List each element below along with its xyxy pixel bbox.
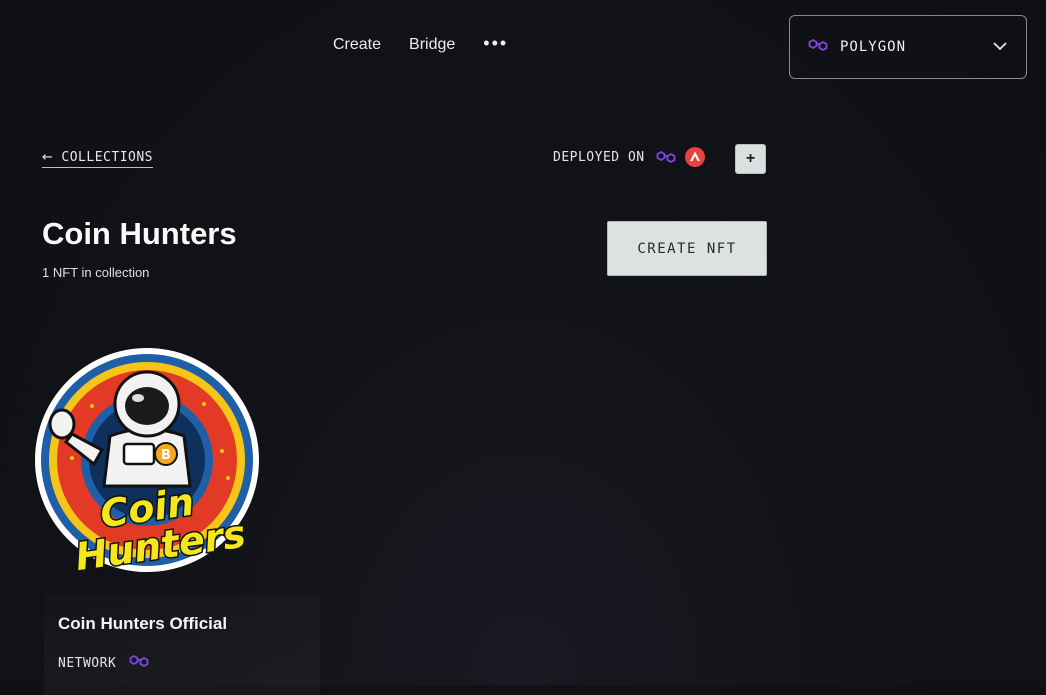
network-select[interactable]: POLYGON	[789, 15, 1027, 79]
nft-card[interactable]: B Coin Hunters Coin Hunters Official NET…	[35, 340, 326, 695]
polygon-icon	[808, 36, 828, 59]
more-menu-button[interactable]: •••	[483, 34, 508, 52]
nft-network-label: NETWORK	[58, 656, 117, 671]
back-link-label: COLLECTIONS	[61, 150, 153, 165]
deployed-on-label: DEPLOYED ON	[553, 149, 645, 165]
polygon-icon	[655, 148, 677, 166]
back-to-collections-link[interactable]: ← COLLECTIONS	[42, 150, 153, 168]
create-nft-button[interactable]: CREATE NFT	[607, 221, 767, 276]
nft-network-row: NETWORK	[58, 652, 150, 675]
deployed-on-row: DEPLOYED ON	[553, 147, 713, 167]
nav-bridge-link[interactable]: Bridge	[409, 36, 455, 54]
nft-image: B Coin Hunters	[35, 348, 259, 581]
collection-count: 1 NFT in collection	[42, 265, 150, 280]
page-title: Coin Hunters	[42, 216, 237, 251]
nav-create-link[interactable]: Create	[333, 36, 381, 54]
arrow-left-icon: ←	[42, 150, 54, 165]
network-select-value: POLYGON	[840, 39, 907, 55]
add-chain-button[interactable]: +	[735, 144, 766, 174]
nft-name: Coin Hunters Official	[58, 614, 228, 633]
chevron-down-icon	[992, 38, 1008, 56]
polygon-icon	[128, 652, 150, 675]
coin-symbol: B	[161, 448, 171, 463]
avalanche-icon	[684, 147, 705, 167]
top-nav: Create Bridge •••	[333, 34, 508, 54]
nft-card-background	[44, 595, 320, 695]
